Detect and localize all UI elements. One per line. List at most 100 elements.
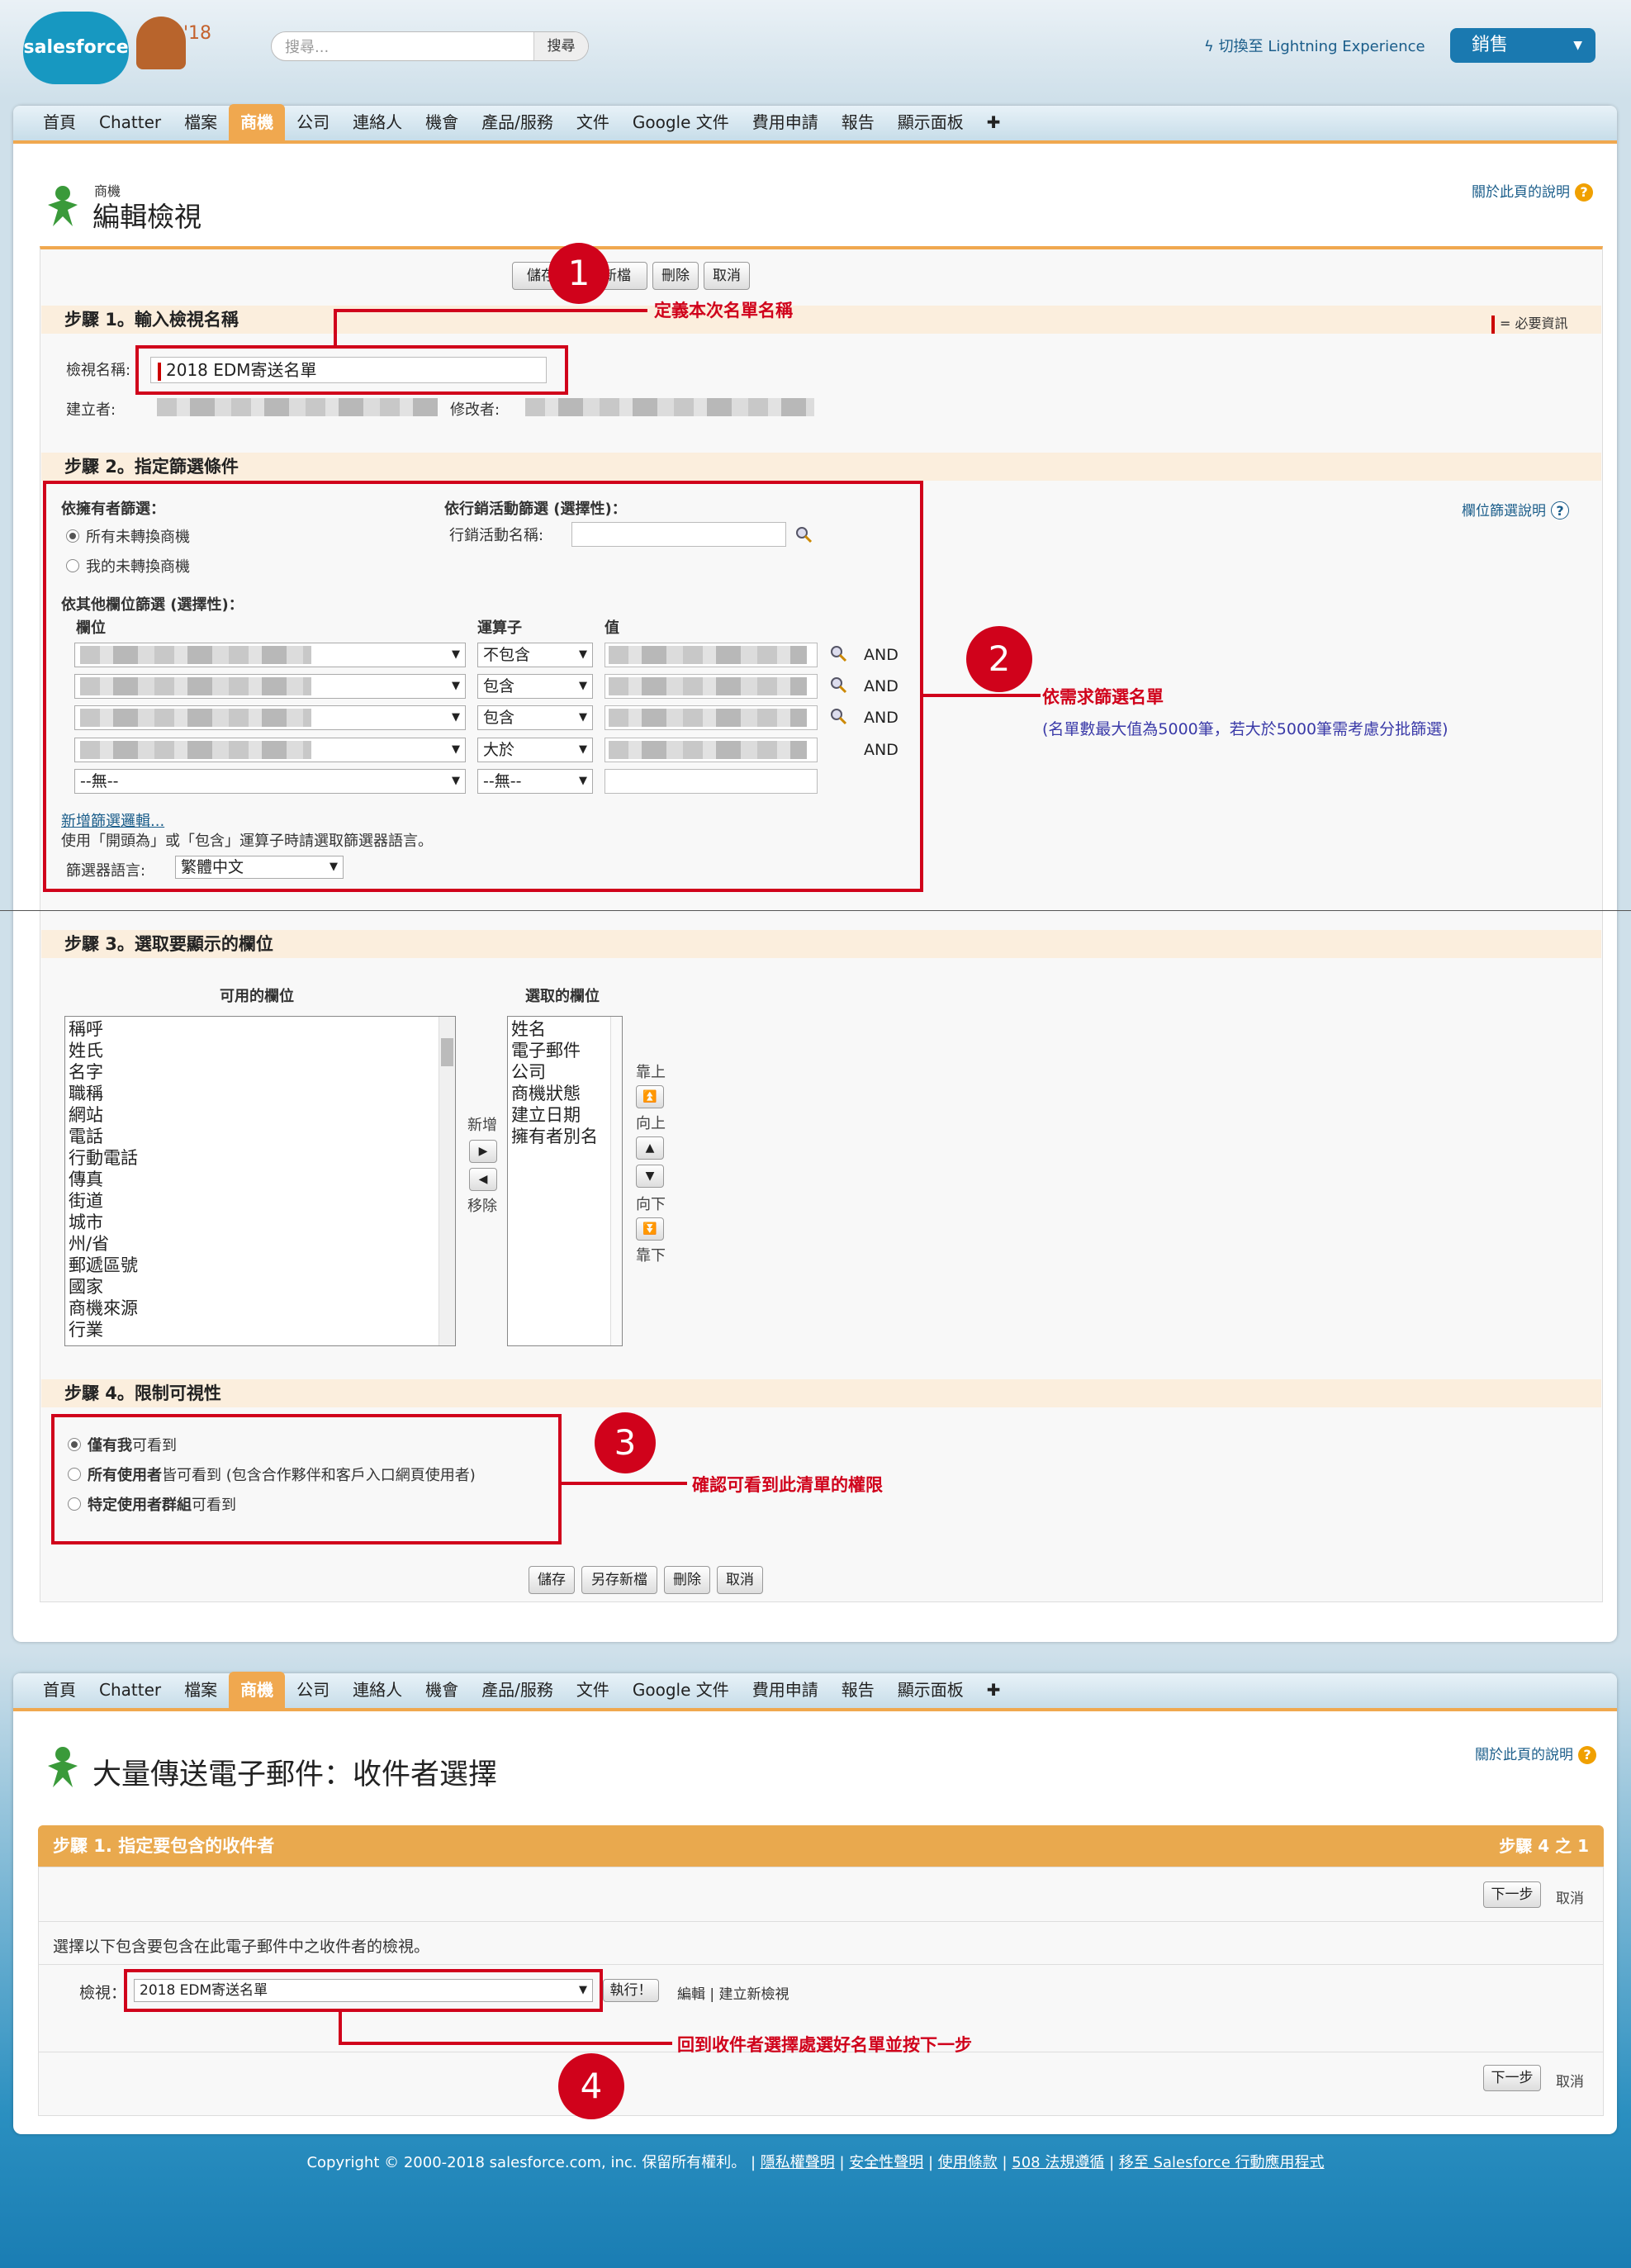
tab-8[interactable]: 文件 <box>565 1672 621 1708</box>
salesforce-logo[interactable]: salesforce <box>23 12 129 84</box>
modified-by-value-redacted <box>525 398 814 416</box>
tab-7[interactable]: 產品/服務 <box>470 104 565 140</box>
privacy-link[interactable]: 隱私權聲明 <box>761 2154 835 2171</box>
annotation-text-2: 依需求篩選名單 <box>1042 687 1164 707</box>
delete-button[interactable]: 刪除 <box>664 1566 710 1594</box>
selected-field-item[interactable]: 公司 <box>511 1061 619 1083</box>
cancel-button[interactable]: 取消 <box>717 1566 763 1594</box>
cancel-link-top[interactable]: 取消 <box>1556 1886 1584 1907</box>
add-label: 新增 <box>467 1117 497 1134</box>
selected-field-item[interactable]: 建立日期 <box>511 1104 619 1126</box>
available-field-item[interactable]: 名字 <box>69 1061 452 1083</box>
tab-2[interactable]: 檔案 <box>173 104 229 140</box>
next-button-top[interactable]: 下一步 <box>1483 1881 1541 1908</box>
tab-0[interactable]: 首頁 <box>31 1672 88 1708</box>
available-field-item[interactable]: 行業 <box>69 1319 452 1340</box>
next-button-bottom[interactable]: 下一步 <box>1483 2065 1541 2091</box>
available-field-item[interactable]: 電話 <box>69 1126 452 1147</box>
save-button[interactable]: 儲存 <box>529 1566 575 1594</box>
tab-10[interactable]: 費用申請 <box>741 1672 830 1708</box>
tab-4[interactable]: 公司 <box>285 1672 341 1708</box>
remove-label: 移除 <box>467 1198 497 1215</box>
down-label: 向下 <box>636 1196 666 1213</box>
tab-7[interactable]: 產品/服務 <box>470 1672 565 1708</box>
field-filter-help-link[interactable]: 欄位篩選說明? <box>1462 499 1569 520</box>
tab-1[interactable]: Chatter <box>88 1672 173 1708</box>
selected-field-item[interactable]: 商機狀態 <box>511 1083 619 1104</box>
available-field-item[interactable]: 傳真 <box>69 1169 452 1190</box>
move-bottom-button[interactable]: ⏬ <box>636 1217 664 1241</box>
tab-1[interactable]: Chatter <box>88 104 173 140</box>
available-field-item[interactable]: 網站 <box>69 1104 452 1126</box>
search-button[interactable]: 搜尋 <box>533 32 588 60</box>
edit-view-link[interactable]: 編輯 <box>677 1986 705 2003</box>
search-input[interactable]: 搜尋... <box>272 36 533 57</box>
switch-lightning-link[interactable]: ϟ 切換至 Lightning Experience <box>1204 35 1425 56</box>
selected-field-item[interactable]: 電子郵件 <box>511 1040 619 1061</box>
cancel-link-bottom[interactable]: 取消 <box>1556 2070 1584 2090</box>
cancel-button-top[interactable]: 取消 <box>704 262 750 290</box>
tab-5[interactable]: 連絡人 <box>341 104 414 140</box>
tab-4[interactable]: 公司 <box>285 104 341 140</box>
available-fields-list[interactable]: 稱呼 姓氏 名字 職稱 網站 電話 行動電話 傳真 街道 城市 州/省 郵遞區號 國家 商機來源 行業 <box>64 1016 456 1346</box>
selected-fields-list[interactable]: 姓名 電子郵件 公司 商機狀態 建立日期 擁有者別名 <box>507 1016 623 1346</box>
selected-field-item[interactable]: 姓名 <box>511 1018 619 1040</box>
available-field-item[interactable]: 稱呼 <box>69 1018 452 1040</box>
annotation-line-1b <box>334 309 647 312</box>
delete-button-top[interactable]: 刪除 <box>652 262 699 290</box>
global-search: 搜尋... 搜尋 <box>271 31 589 61</box>
selected-field-item[interactable]: 擁有者別名 <box>511 1126 619 1147</box>
tab-10[interactable]: 費用申請 <box>741 104 830 140</box>
arrow-down-icon: ▼ <box>645 1170 655 1183</box>
available-field-item[interactable]: 城市 <box>69 1212 452 1233</box>
tab-9[interactable]: Google 文件 <box>621 104 741 140</box>
save-as-button[interactable]: 另存新檔 <box>581 1566 657 1594</box>
tab-13[interactable]: ✚ <box>975 104 1012 140</box>
compliance-link[interactable]: 508 法規遵循 <box>1012 2154 1104 2171</box>
tab-9[interactable]: Google 文件 <box>621 1672 741 1708</box>
security-link[interactable]: 安全性聲明 <box>849 2154 923 2171</box>
available-fields-scrollbar[interactable] <box>439 1017 455 1345</box>
terms-link[interactable]: 使用條款 <box>938 2154 998 2171</box>
tab-12[interactable]: 顯示面板 <box>886 1672 975 1708</box>
available-field-item[interactable]: 街道 <box>69 1190 452 1212</box>
chevron-down-icon: ▼ <box>1573 39 1582 52</box>
tab-6[interactable]: 機會 <box>414 1672 470 1708</box>
go-button[interactable]: 執行！ <box>603 1979 659 2002</box>
tab-8[interactable]: 文件 <box>565 104 621 140</box>
app-selector-label: 銷售 <box>1472 35 1509 55</box>
available-field-item[interactable]: 行動電話 <box>69 1147 452 1169</box>
available-field-item[interactable]: 職稱 <box>69 1083 452 1104</box>
add-field-button[interactable]: ▶ <box>469 1140 497 1163</box>
tab-3[interactable]: 商機 <box>229 104 286 140</box>
tab-12[interactable]: 顯示面板 <box>886 104 975 140</box>
tab-2[interactable]: 檔案 <box>173 1672 229 1708</box>
move-up-button[interactable]: ▲ <box>636 1136 664 1160</box>
tab-5[interactable]: 連絡人 <box>341 1672 414 1708</box>
tab-11[interactable]: 報告 <box>830 104 886 140</box>
move-top-button[interactable]: ⏫ <box>636 1085 664 1108</box>
help-link-2[interactable]: 關於此頁的說明? <box>1475 1743 1596 1764</box>
bottom-label: 靠下 <box>636 1247 666 1264</box>
tab-13[interactable]: ✚ <box>975 1672 1012 1708</box>
scrollbar-thumb[interactable] <box>441 1038 453 1066</box>
available-field-item[interactable]: 姓氏 <box>69 1040 452 1061</box>
mobile-app-link[interactable]: 移至 Salesforce 行動應用程式 <box>1119 2154 1325 2171</box>
tab-6[interactable]: 機會 <box>414 104 470 140</box>
annotation-line-1 <box>334 309 337 347</box>
tab-0[interactable]: 首頁 <box>31 104 88 140</box>
available-field-item[interactable]: 國家 <box>69 1276 452 1298</box>
tab-11[interactable]: 報告 <box>830 1672 886 1708</box>
available-field-item[interactable]: 郵遞區號 <box>69 1255 452 1276</box>
remove-field-button[interactable]: ◀ <box>469 1168 497 1191</box>
available-field-item[interactable]: 州/省 <box>69 1233 452 1255</box>
help-link[interactable]: 關於此頁的說明? <box>1472 180 1593 202</box>
tab-3[interactable]: 商機 <box>229 1672 286 1708</box>
app-selector[interactable]: 銷售 ▼ <box>1450 28 1595 63</box>
create-new-view-link[interactable]: 建立新檢視 <box>719 1986 789 2003</box>
selected-fields-scrollbar[interactable] <box>610 1017 622 1345</box>
required-legend-text: = 必要資訊 <box>1500 316 1568 331</box>
move-down-button[interactable]: ▼ <box>636 1165 664 1188</box>
available-field-item[interactable]: 商機來源 <box>69 1298 452 1319</box>
field-filter-help-label: 欄位篩選說明 <box>1462 503 1546 520</box>
